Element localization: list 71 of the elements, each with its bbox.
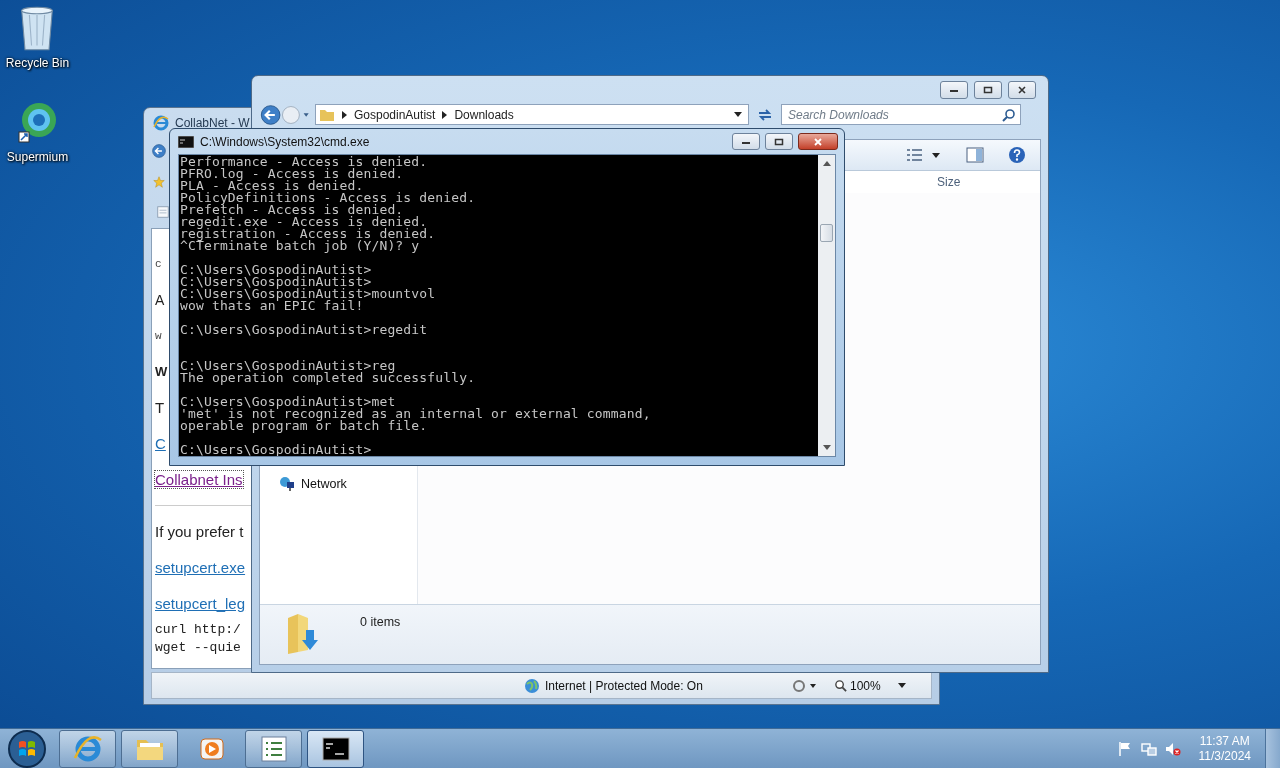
- column-header[interactable]: Size: [937, 175, 961, 189]
- security-zone-text[interactable]: Internet | Protected Mode: On: [545, 678, 703, 693]
- globe-icon: [524, 677, 540, 694]
- list-icon: [258, 733, 289, 764]
- console-line: C:\Users\GospodinAutist>regedit: [180, 322, 428, 337]
- show-desktop-button[interactable]: [1265, 729, 1280, 768]
- page-tab-icon[interactable]: [156, 205, 170, 219]
- page-text: w: [155, 330, 162, 342]
- code-line: curl http:/: [155, 622, 241, 637]
- close-icon: [1017, 85, 1027, 94]
- maximize-button[interactable]: [974, 80, 1002, 99]
- console-line: PolicyDefinitions - Access is denied.: [180, 190, 476, 205]
- scroll-down-icon[interactable]: [822, 445, 831, 450]
- help-icon[interactable]: [1008, 146, 1026, 164]
- page-heading: W: [155, 364, 168, 379]
- favorites-star-icon[interactable]: [153, 176, 165, 188]
- console-line: C:\Users\GospodinAutist>: [180, 262, 372, 277]
- maximize-icon: [983, 85, 993, 94]
- page-link[interactable]: C: [155, 435, 166, 452]
- back-button-icon[interactable]: [152, 144, 166, 158]
- browser-logo-icon: [72, 733, 103, 764]
- start-button[interactable]: [7, 728, 47, 768]
- page-link[interactable]: setupcert.exe: [155, 559, 246, 576]
- window-title: CollabNet - W: [175, 116, 250, 130]
- nav-item[interactable]: Network: [260, 474, 417, 494]
- page-text: c: [155, 258, 162, 270]
- search-field[interactable]: Search Downloads: [781, 104, 1021, 125]
- console-line: C:\Users\GospodinAutist>reg: [180, 358, 396, 373]
- chevron-icon[interactable]: [442, 110, 448, 119]
- zoom-icon: [834, 679, 847, 692]
- back-forward-icon[interactable]: [259, 103, 311, 126]
- browser-logo-icon: [153, 115, 169, 131]
- caret-icon: [897, 683, 906, 688]
- network-icon[interactable]: [1140, 740, 1157, 757]
- scrollbar[interactable]: [818, 155, 835, 456]
- page-link[interactable]: Collabnet Ins: [155, 471, 243, 488]
- console-line: Performance - Access is denied.: [180, 155, 428, 169]
- page-text: If you prefer t: [155, 523, 244, 540]
- flag-icon[interactable]: [1116, 740, 1133, 757]
- desktop-icon-label[interactable]: Recycle Bin: [5, 56, 70, 70]
- minimize-button[interactable]: [732, 133, 760, 150]
- zoom-control[interactable]: 100%: [834, 678, 906, 693]
- close-button[interactable]: [1008, 80, 1036, 99]
- breadcrumb-item[interactable]: GospodinAutist: [354, 107, 436, 122]
- console-line: PFRO.log - Access is denied.: [180, 166, 404, 181]
- scroll-thumb[interactable]: [820, 224, 833, 242]
- page-text: T: [155, 399, 165, 416]
- item-count: 0 items: [360, 615, 401, 629]
- close-icon: [813, 137, 823, 146]
- maximize-button[interactable]: [765, 133, 793, 150]
- window-title: C:\Windows\System32\cmd.exe: [200, 134, 370, 149]
- view-options-icon[interactable]: [906, 148, 942, 162]
- console-icon: [178, 135, 194, 148]
- search-icon: [1002, 108, 1016, 122]
- console-line: regedit.exe - Access is denied.: [180, 214, 428, 229]
- breadcrumb-item[interactable]: Downloads: [454, 107, 514, 122]
- code-line: wget --quie: [155, 640, 241, 655]
- minimize-button[interactable]: [940, 80, 968, 99]
- caret-icon[interactable]: [734, 112, 742, 117]
- network-icon: [279, 476, 295, 492]
- close-button[interactable]: [798, 133, 838, 150]
- address-bar[interactable]: GospodinAutist Downloads: [315, 104, 749, 125]
- scroll-up-icon[interactable]: [822, 161, 831, 166]
- desktop-icon-label[interactable]: Supermium: [6, 150, 69, 164]
- page-link[interactable]: setupcert_leg: [155, 595, 246, 612]
- taskbar-button[interactable]: [307, 729, 364, 768]
- chevron-icon[interactable]: [342, 110, 347, 119]
- page-text: A: [155, 292, 165, 308]
- console-line: C:\Users\GospodinAutist>met: [180, 394, 396, 409]
- maximize-icon: [774, 137, 784, 146]
- console-line: C:\Users\GospodinAutist>: [180, 442, 372, 456]
